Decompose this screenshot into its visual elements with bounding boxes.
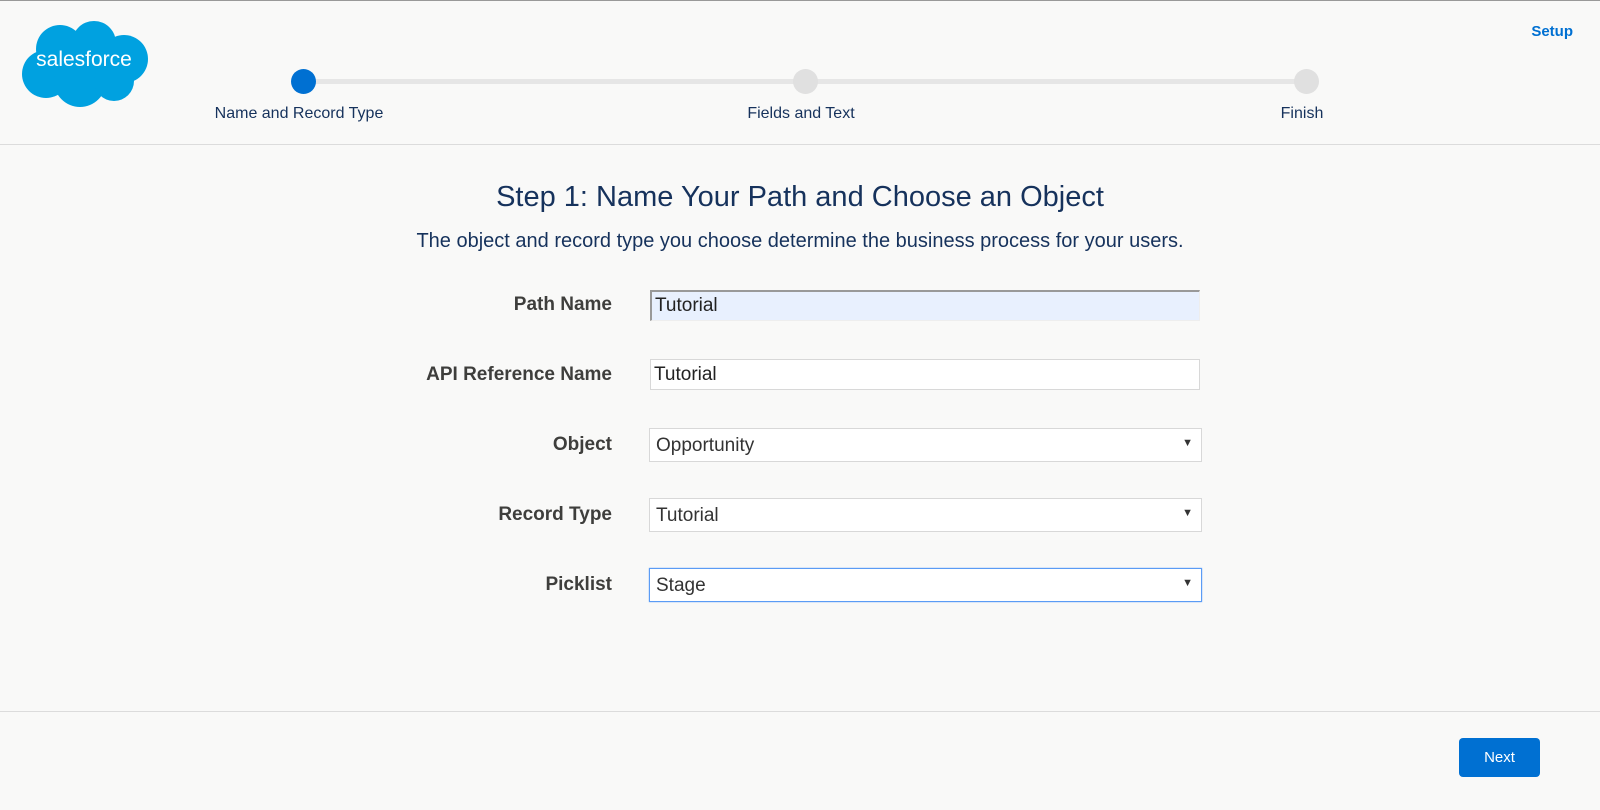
step-2-label: Fields and Text xyxy=(681,105,921,123)
picklist-select[interactable]: Stage ▼ xyxy=(649,568,1202,602)
object-label: Object xyxy=(300,434,612,456)
setup-link[interactable]: Setup xyxy=(1505,23,1573,40)
path-name-label: Path Name xyxy=(300,294,612,316)
api-name-label: API Reference Name xyxy=(300,364,612,386)
object-select[interactable]: Opportunity ▼ xyxy=(649,428,1202,462)
picklist-value: Stage xyxy=(656,575,706,596)
dropdown-arrow-icon: ▼ xyxy=(1182,577,1193,589)
footer-divider xyxy=(0,711,1600,712)
dropdown-arrow-icon: ▼ xyxy=(1182,437,1193,449)
record-type-label: Record Type xyxy=(300,504,612,526)
step-2-indicator xyxy=(793,69,818,94)
step-3-label: Finish xyxy=(1182,105,1422,123)
object-value: Opportunity xyxy=(656,435,754,456)
next-button[interactable]: Next xyxy=(1459,738,1540,777)
record-type-select[interactable]: Tutorial ▼ xyxy=(649,498,1202,532)
step-1-label: Name and Record Type xyxy=(179,105,419,123)
dropdown-arrow-icon: ▼ xyxy=(1182,507,1193,519)
path-name-input[interactable] xyxy=(650,290,1200,321)
api-name-input[interactable] xyxy=(650,359,1200,390)
picklist-label: Picklist xyxy=(300,574,612,596)
page-subtitle: The object and record type you choose de… xyxy=(0,230,1600,253)
step-1-indicator xyxy=(291,69,316,94)
page-title: Step 1: Name Your Path and Choose an Obj… xyxy=(0,181,1600,214)
header-divider xyxy=(0,144,1600,145)
step-3-indicator xyxy=(1294,69,1319,94)
logo-text: salesforce xyxy=(20,48,148,72)
record-type-value: Tutorial xyxy=(656,505,719,526)
